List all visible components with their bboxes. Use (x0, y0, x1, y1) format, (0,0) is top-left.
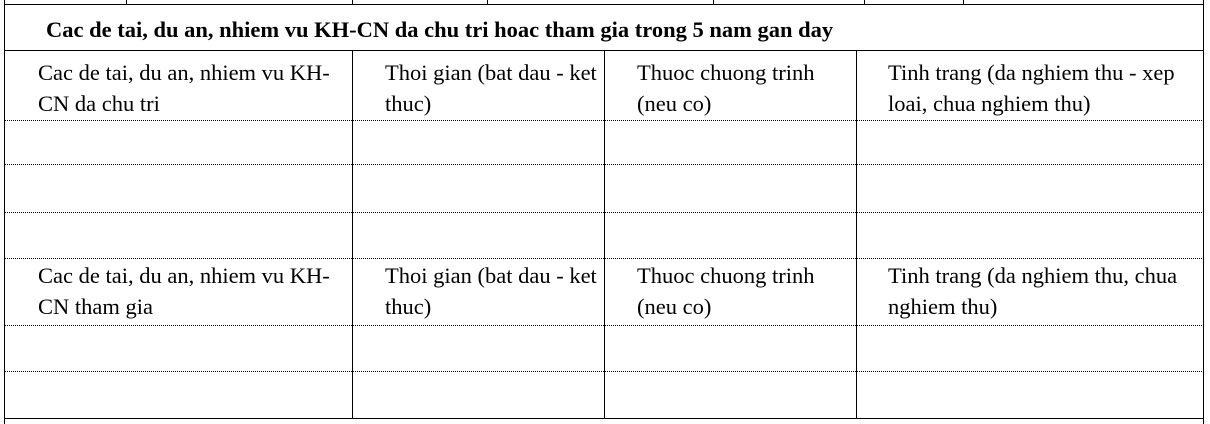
header-projects-participated: Cac de tai, du an, nhiem vu KH-CN tham g… (38, 263, 330, 319)
header-program: Thuoc chuong trinh (neu co) (637, 60, 815, 116)
header-time-period: Thoi gian (bat dau - ket thuc) (385, 263, 597, 319)
column-divider-3 (856, 50, 857, 418)
row-separator (4, 120, 1204, 121)
top-tick (864, 0, 865, 5)
header-program: Thuoc chuong trinh (neu co) (637, 263, 815, 319)
header-time-period: Thoi gian (bat dau - ket thuc) (385, 60, 597, 116)
row-separator (4, 212, 1204, 213)
top-tick (352, 0, 353, 5)
column-divider-1 (352, 50, 353, 418)
row-separator (4, 164, 1204, 165)
top-tick (963, 0, 964, 5)
table-title: Cac de tai, du an, nhiem vu KH-CN da chu… (46, 17, 834, 42)
top-tick (126, 0, 127, 5)
row-separator (4, 325, 1204, 326)
header-status: Tinh trang (da nghiem thu - xep loai, ch… (888, 60, 1175, 116)
header-projects-led: Cac de tai, du an, nhiem vu KH-CN da chu… (38, 60, 330, 116)
table-border-top-line (4, 4, 1204, 5)
row-separator (4, 371, 1204, 372)
column-divider-2 (604, 50, 605, 418)
top-tick (713, 0, 714, 5)
table-bottom-line (4, 418, 1204, 419)
top-tick (487, 0, 488, 5)
row-separator (4, 258, 1204, 259)
header-status: Tinh trang (da nghiem thu, chua nghiem t… (888, 263, 1178, 319)
